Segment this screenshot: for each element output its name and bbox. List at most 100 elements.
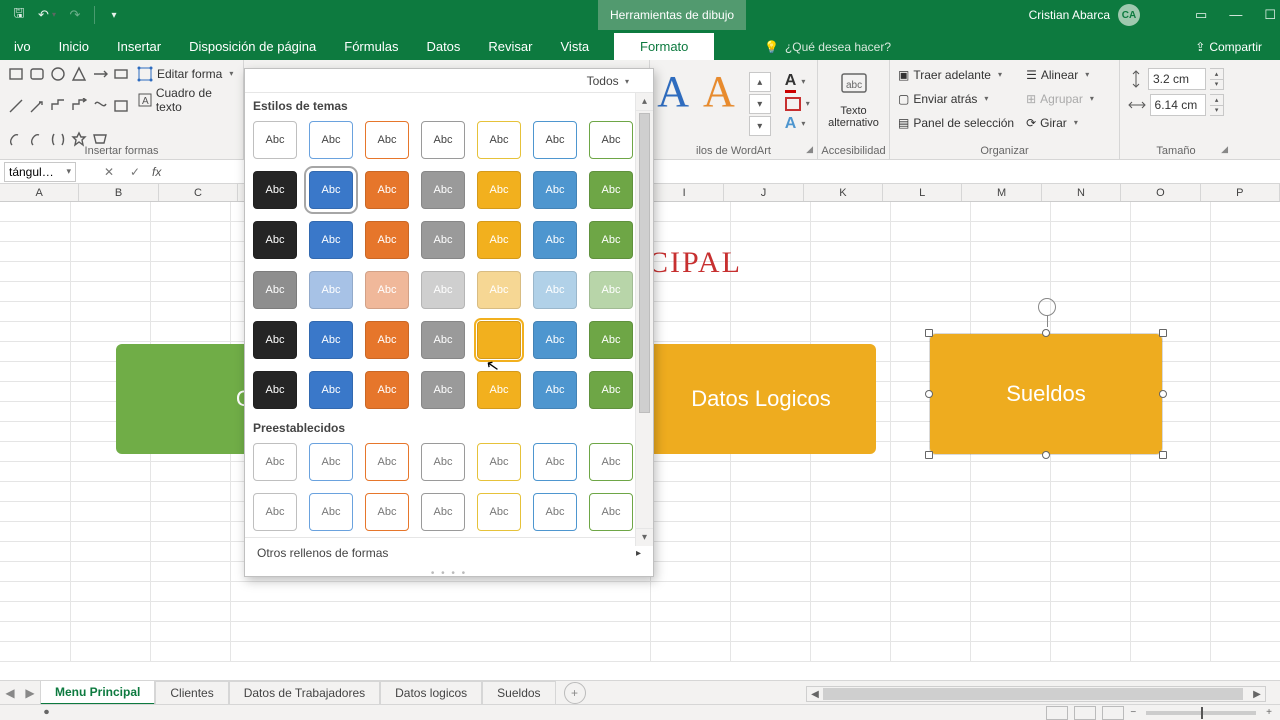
cancel-icon[interactable]: ✕ — [96, 165, 122, 179]
style-swatch[interactable]: Abc — [477, 121, 521, 159]
style-swatch[interactable]: Abc — [365, 271, 409, 309]
style-swatch[interactable]: Abc — [589, 443, 633, 481]
style-swatch[interactable]: Abc — [309, 443, 353, 481]
style-swatch[interactable]: Abc — [421, 493, 465, 531]
style-swatch[interactable]: Abc — [477, 221, 521, 259]
style-swatch[interactable]: Abc — [589, 321, 633, 359]
style-swatch[interactable]: Abc — [253, 221, 297, 259]
style-swatch[interactable]: Abc — [421, 121, 465, 159]
dialog-launcher-icon[interactable]: ◢ — [806, 144, 813, 155]
height-spinner[interactable]: ▴▾ — [1210, 68, 1224, 90]
style-swatch[interactable]: Abc — [253, 171, 297, 209]
shape-width[interactable]: 6.14 cm ▴▾ — [1128, 92, 1224, 118]
style-swatch[interactable]: Abc — [589, 171, 633, 209]
style-swatch[interactable]: Abc — [365, 443, 409, 481]
style-swatch[interactable]: Abc — [309, 493, 353, 531]
scroll-up-icon[interactable]: ▴ — [636, 93, 653, 111]
style-swatch[interactable]: Abc — [421, 271, 465, 309]
horizontal-scrollbar[interactable]: ◀▶ — [806, 686, 1266, 702]
tab-disposicion[interactable]: Disposición de página — [175, 33, 330, 60]
style-swatch[interactable]: Abc — [253, 443, 297, 481]
width-input[interactable]: 6.14 cm — [1150, 94, 1207, 116]
resize-handle-s[interactable] — [1042, 451, 1050, 459]
style-swatch[interactable]: Abc — [477, 371, 521, 409]
other-fills-button[interactable]: Otros rellenos de formas▸ — [245, 537, 653, 568]
style-swatch[interactable]: Abc — [477, 171, 521, 209]
enter-icon[interactable]: ✓ — [122, 165, 148, 179]
sheet-nav-next-icon[interactable]: ▶ — [20, 686, 40, 700]
dialog-launcher-icon[interactable]: ◢ — [1221, 144, 1228, 155]
dropdown-scrollbar[interactable]: ▴ ▾ — [635, 93, 653, 546]
bring-forward-button[interactable]: ▣Traer adelante▾ — [898, 64, 1014, 86]
resize-handle-se[interactable] — [1159, 451, 1167, 459]
resize-grip[interactable]: • • • • — [245, 568, 653, 576]
user-account[interactable]: Cristian Abarca CA — [1029, 4, 1140, 26]
resize-handle-nw[interactable] — [925, 329, 933, 337]
shape-sueldos-selected[interactable]: Sueldos — [930, 334, 1162, 454]
view-pagelayout-icon[interactable] — [1074, 706, 1096, 720]
resize-handle-w[interactable] — [925, 390, 933, 398]
name-box[interactable]: tángul…▾ — [4, 162, 76, 182]
style-swatch[interactable]: Abc — [309, 371, 353, 409]
save-icon[interactable]: 🖫 — [8, 4, 30, 26]
shape-datos-logicos[interactable]: Datos Logicos — [646, 344, 876, 454]
style-swatch[interactable]: Abc — [533, 443, 577, 481]
tab-inicio[interactable]: Inicio — [45, 33, 103, 60]
selection-pane-button[interactable]: ▤Panel de selección — [898, 112, 1014, 134]
style-swatch[interactable]: Abc — [309, 221, 353, 259]
style-swatch[interactable]: Abc — [421, 221, 465, 259]
style-swatch[interactable]: Abc — [365, 493, 409, 531]
style-swatch[interactable]: Abc — [589, 221, 633, 259]
resize-handle-sw[interactable] — [925, 451, 933, 459]
style-swatch[interactable]: Abc — [477, 443, 521, 481]
macro-record-icon[interactable]: ⏺ — [44, 707, 49, 718]
style-swatch[interactable]: Abc — [253, 121, 297, 159]
minimize-icon[interactable]: — — [1229, 7, 1242, 23]
gallery-more-icon[interactable]: ▾ — [749, 116, 771, 136]
zoom-out-icon[interactable]: − — [1130, 707, 1136, 718]
tab-vista[interactable]: Vista — [547, 33, 604, 60]
style-swatch[interactable]: Abc — [589, 121, 633, 159]
style-swatch[interactable]: Abc — [253, 493, 297, 531]
style-swatch[interactable]: Abc — [533, 171, 577, 209]
tell-me[interactable]: 💡 ¿Qué desea hacer? — [756, 34, 899, 60]
style-swatch[interactable]: Abc — [533, 221, 577, 259]
sheet-tab[interactable]: Datos de Trabajadores — [229, 681, 380, 704]
resize-handle-ne[interactable] — [1159, 329, 1167, 337]
tab-formato[interactable]: Formato — [614, 33, 714, 60]
wordart-style-preview[interactable]: A — [703, 70, 735, 136]
style-swatch[interactable]: Abc — [365, 171, 409, 209]
style-swatch[interactable]: Abc — [253, 271, 297, 309]
sheet-tab[interactable]: Sueldos — [482, 681, 555, 704]
width-spinner[interactable]: ▴▾ — [1210, 94, 1224, 116]
style-swatch[interactable]: Abc — [533, 321, 577, 359]
height-input[interactable]: 3.2 cm — [1148, 68, 1206, 90]
textbox-button[interactable]: A Cuadro de texto — [137, 86, 235, 114]
add-sheet-button[interactable]: + — [564, 682, 586, 704]
rotate-button[interactable]: ⟳Girar▾ — [1026, 112, 1094, 134]
style-swatch[interactable]: Abc — [477, 271, 521, 309]
zoom-in-icon[interactable]: + — [1266, 707, 1272, 718]
gallery-scroll-up-icon[interactable]: ▴ — [749, 72, 771, 92]
style-swatch[interactable] — [477, 321, 521, 359]
style-swatch[interactable]: Abc — [365, 221, 409, 259]
fx-icon[interactable]: fx — [152, 165, 161, 179]
style-swatch[interactable]: Abc — [533, 271, 577, 309]
scroll-thumb[interactable] — [639, 113, 650, 413]
tab-formulas[interactable]: Fórmulas — [330, 33, 412, 60]
gallery-scroll-down-icon[interactable]: ▾ — [749, 94, 771, 114]
text-fill-button[interactable]: A▾ — [785, 72, 810, 93]
send-backward-button[interactable]: ▢Enviar atrás▾ — [898, 88, 1014, 110]
undo-icon[interactable]: ↶▾ — [36, 4, 58, 26]
align-button[interactable]: ☰Alinear▾ — [1026, 64, 1094, 86]
style-swatch[interactable]: Abc — [365, 321, 409, 359]
style-swatch[interactable]: Abc — [477, 493, 521, 531]
style-swatch[interactable]: Abc — [533, 121, 577, 159]
text-effects-button[interactable]: A▾ — [785, 115, 810, 133]
style-swatch[interactable]: Abc — [533, 493, 577, 531]
style-swatch[interactable]: Abc — [421, 371, 465, 409]
filter-all[interactable]: Todos ▾ — [587, 74, 629, 88]
style-swatch[interactable]: Abc — [421, 171, 465, 209]
style-swatch[interactable]: Abc — [253, 371, 297, 409]
style-swatch[interactable]: Abc — [309, 321, 353, 359]
